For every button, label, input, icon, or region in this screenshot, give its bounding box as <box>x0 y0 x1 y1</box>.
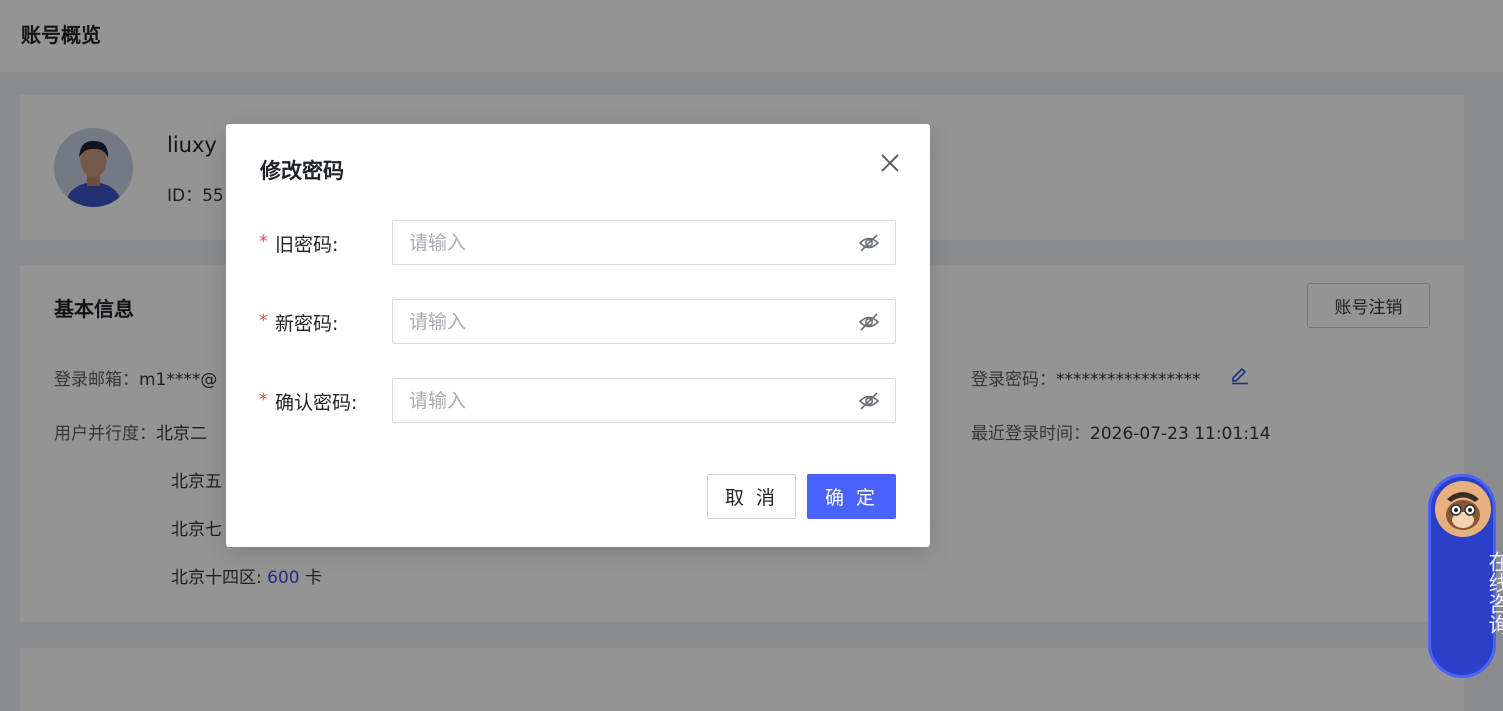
eye-off-icon[interactable] <box>858 232 880 254</box>
consult-avatar <box>1435 481 1491 537</box>
online-consult-widget[interactable]: 在线咨询 <box>1428 474 1503 678</box>
required-mark: * <box>259 232 268 252</box>
new-password-row: * 新密码: <box>226 299 930 345</box>
confirm-password-box <box>392 378 896 423</box>
eye-off-icon[interactable] <box>858 390 880 412</box>
new-password-label: 新密码: <box>275 313 339 335</box>
page: 账号概览 liuxy ID：55 基本信息 账号注销 登录邮箱：m1****@ … <box>0 0 1503 711</box>
close-icon[interactable] <box>878 151 902 175</box>
old-password-row: * 旧密码: <box>226 220 930 266</box>
new-password-box <box>392 299 896 344</box>
required-mark: * <box>259 311 268 331</box>
eye-off-icon[interactable] <box>858 311 880 333</box>
old-password-label: 旧密码: <box>275 234 339 256</box>
confirm-password-row: * 确认密码: <box>226 378 930 424</box>
change-password-dialog: 修改密码 * 旧密码: * 新密码: * 确认密码: 取 消 确 定 <box>226 124 930 547</box>
old-password-box <box>392 220 896 265</box>
required-mark: * <box>259 390 268 410</box>
dialog-title: 修改密码 <box>260 159 344 183</box>
confirm-password-input[interactable] <box>393 379 853 422</box>
new-password-input[interactable] <box>393 300 853 343</box>
cancel-button[interactable]: 取 消 <box>707 474 796 519</box>
consult-label: 在线咨询 <box>1486 551 1503 635</box>
old-password-input[interactable] <box>393 221 853 264</box>
confirm-button[interactable]: 确 定 <box>807 474 896 519</box>
confirm-password-label: 确认密码: <box>275 392 358 414</box>
